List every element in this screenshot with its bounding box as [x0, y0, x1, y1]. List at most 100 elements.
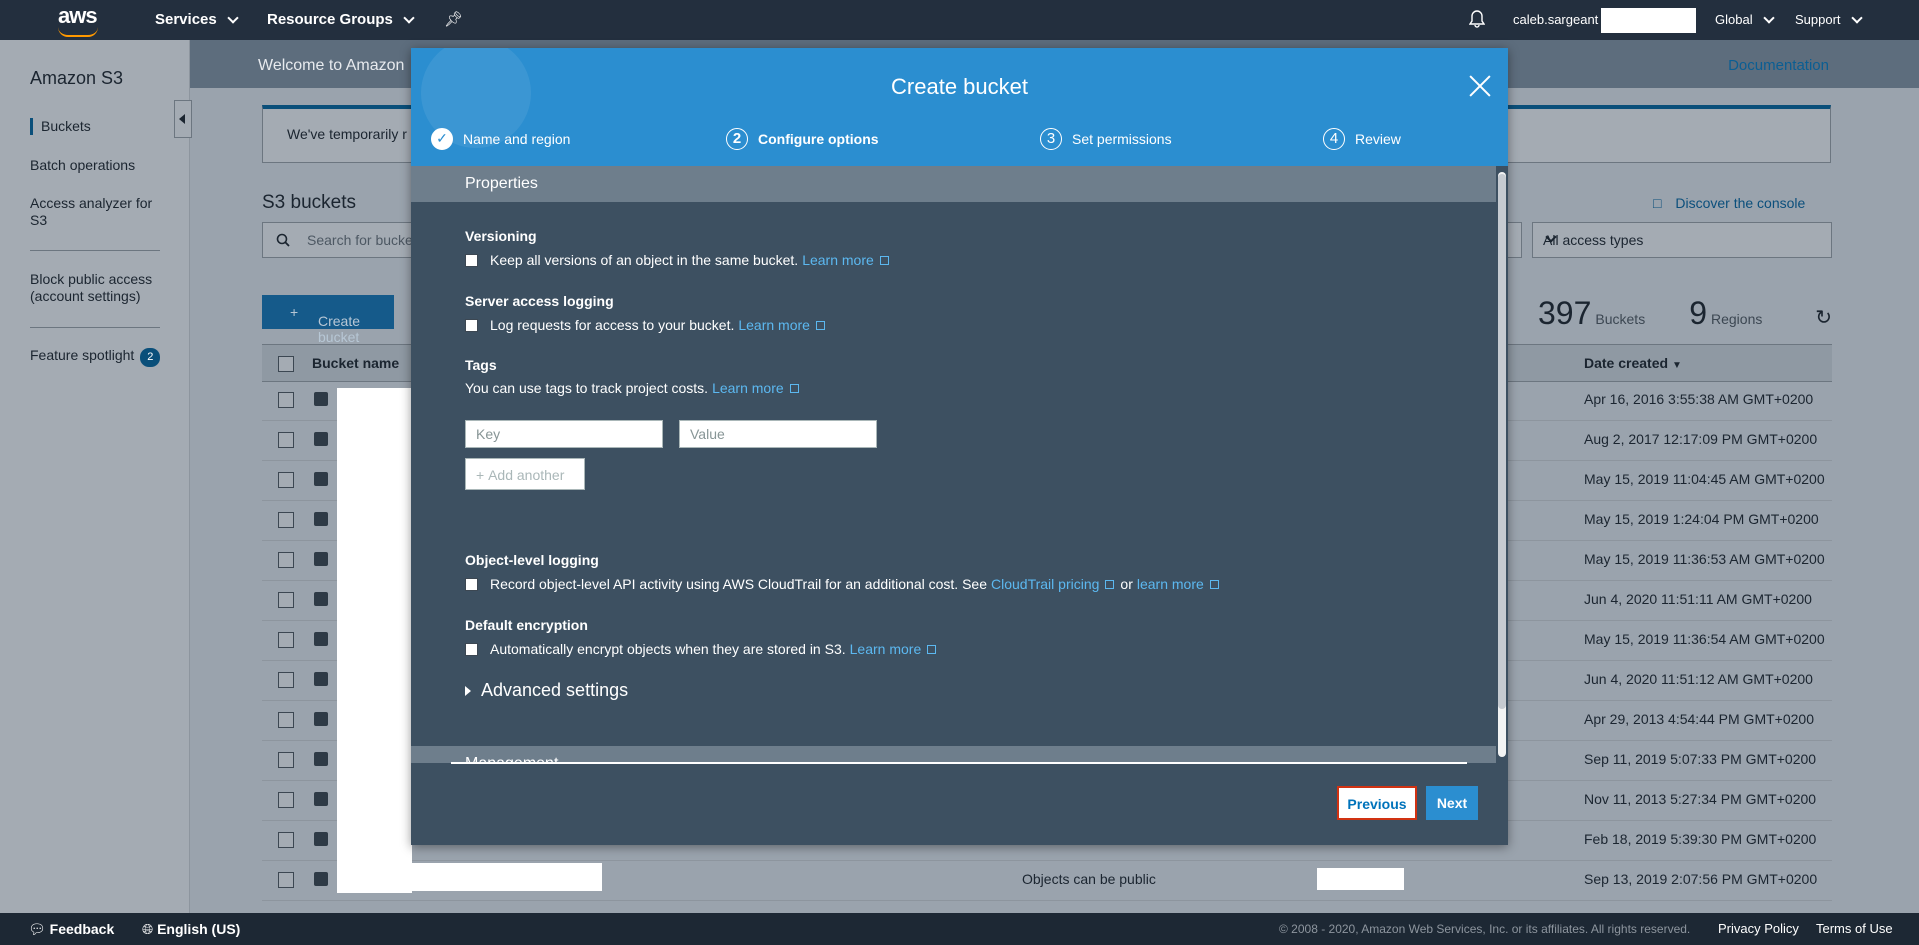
aws-logo[interactable]: aws [58, 3, 98, 37]
date-cell: Nov 11, 2013 5:27:34 PM GMT+0200 [1584, 791, 1817, 807]
step-configure-options[interactable]: 2 Configure options [726, 128, 879, 150]
sidebar-collapse-toggle[interactable] [174, 100, 192, 138]
logging-learn-more-link[interactable]: Learn more [738, 317, 825, 333]
modal-header: Create bucket ✓ Name and region 2 Config… [411, 48, 1508, 166]
terms-link[interactable]: Terms of Use [1816, 921, 1893, 936]
step-label: Name and region [463, 131, 571, 147]
close-icon[interactable] [1468, 74, 1492, 98]
check-icon: ✓ [431, 128, 453, 150]
row-checkbox[interactable] [278, 712, 294, 728]
advanced-settings-toggle[interactable]: Advanced settings [465, 680, 628, 701]
previous-button[interactable]: Previous [1337, 786, 1417, 820]
row-checkbox[interactable] [278, 392, 294, 408]
aws-smile-icon [58, 27, 98, 37]
logging-title: Server access logging [465, 293, 614, 309]
row-checkbox[interactable] [278, 512, 294, 528]
select-all-checkbox[interactable] [278, 356, 294, 372]
tags-learn-more-link[interactable]: Learn more [712, 380, 799, 396]
object-logging-learn-more-link[interactable]: learn more [1137, 576, 1219, 592]
row-checkbox[interactable] [278, 672, 294, 688]
object-logging-checkbox[interactable] [465, 577, 478, 591]
object-logging-text: Record object-level API activity using A… [490, 576, 987, 592]
pin-icon[interactable]: 📌︎ [444, 10, 463, 28]
step-label: Set permissions [1072, 131, 1172, 147]
date-cell: Apr 29, 2013 4:54:44 PM GMT+0200 [1584, 711, 1814, 727]
add-another-tag-button[interactable]: + Add another [465, 458, 585, 490]
date-cell: May 15, 2019 11:36:54 AM GMT+0200 [1584, 631, 1825, 647]
account-menu[interactable]: caleb.sargeant [1513, 12, 1598, 27]
chevron-down-icon [227, 11, 239, 24]
bucket-icon [314, 832, 328, 846]
modal-body: Properties Versioning Keep all versions … [411, 166, 1496, 763]
chevron-down-icon [1850, 11, 1863, 24]
services-label: Services [155, 11, 217, 28]
row-checkbox[interactable] [278, 432, 294, 448]
sidebar-item-access-analyzer[interactable]: Access analyzer for S3 [30, 195, 170, 229]
documentation-link[interactable]: Documentation [1728, 57, 1829, 74]
language-selector[interactable]: 🌐︎ English (US) [142, 921, 240, 938]
bell-icon[interactable] [1469, 10, 1485, 28]
step-label: Configure options [758, 131, 879, 147]
tag-value-input[interactable]: Value [679, 420, 877, 448]
step-set-permissions[interactable]: 3 Set permissions [1040, 128, 1172, 150]
redacted-block [1601, 8, 1696, 33]
encryption-checkbox[interactable] [465, 642, 478, 656]
discover-console-link[interactable]: □ Discover the console [1653, 195, 1805, 211]
object-logging-option: Record object-level API activity using A… [465, 576, 1219, 592]
sidebar-item-feature-spotlight[interactable]: Feature spotlight 2 [30, 347, 170, 367]
services-menu[interactable]: Services [155, 11, 239, 28]
step-review[interactable]: 4 Review [1323, 128, 1401, 150]
buckets-label: Buckets [1595, 311, 1646, 327]
encryption-title: Default encryption [465, 617, 588, 633]
bucket-icon [314, 632, 328, 646]
date-cell: Aug 2, 2017 12:17:09 PM GMT+0200 [1584, 431, 1818, 447]
step-name-and-region[interactable]: ✓ Name and region [431, 128, 570, 150]
search-icon [276, 233, 290, 247]
logging-checkbox[interactable] [465, 318, 478, 332]
sidebar-divider [30, 250, 160, 251]
create-bucket-modal: Create bucket ✓ Name and region 2 Config… [411, 48, 1508, 845]
sidebar-item-batch-operations[interactable]: Batch operations [30, 157, 170, 174]
row-checkbox[interactable] [278, 872, 294, 888]
bucket-icon [314, 472, 328, 486]
encryption-option: Automatically encrypt objects when they … [465, 641, 937, 657]
access-types-dropdown[interactable]: All access types [1532, 222, 1832, 258]
feature-count-badge: 2 [140, 348, 161, 367]
privacy-link[interactable]: Privacy Policy [1718, 921, 1799, 936]
col-date-created[interactable]: Date created ▼ [1584, 355, 1682, 371]
sort-down-icon: ▼ [1671, 360, 1682, 371]
resource-groups-menu[interactable]: Resource Groups [267, 11, 415, 28]
feedback-link[interactable]: 💬︎ Feedback [28, 921, 114, 938]
col-bucket-name[interactable]: Bucket name [312, 355, 399, 371]
versioning-checkbox[interactable] [465, 253, 478, 267]
row-checkbox[interactable] [278, 592, 294, 608]
modal-title: Create bucket [891, 74, 1028, 99]
support-menu[interactable]: Support [1795, 11, 1863, 27]
row-checkbox[interactable] [278, 632, 294, 648]
logging-option: Log requests for access to your bucket. … [465, 317, 825, 333]
redacted-block [337, 388, 412, 893]
versioning-learn-more-link[interactable]: Learn more [802, 252, 889, 268]
row-checkbox[interactable] [278, 552, 294, 568]
tag-key-input[interactable]: Key [465, 420, 663, 448]
encryption-learn-more-link[interactable]: Learn more [850, 641, 937, 657]
bucket-icon [314, 432, 328, 446]
row-checkbox[interactable] [278, 792, 294, 808]
chevron-down-icon [403, 11, 415, 24]
sidebar-item-block-public-access[interactable]: Block public access (account settings) [30, 271, 170, 305]
region-menu[interactable]: Global [1715, 11, 1775, 27]
date-cell: May 15, 2019 11:04:45 AM GMT+0200 [1584, 471, 1825, 487]
create-bucket-button[interactable]: + Create bucket [262, 295, 394, 345]
cloudtrail-pricing-link[interactable]: CloudTrail pricing [991, 576, 1115, 592]
sidebar-item-buckets[interactable]: Buckets [30, 118, 181, 135]
refresh-icon[interactable]: ↻ [1815, 307, 1832, 329]
row-checkbox[interactable] [278, 832, 294, 848]
regions-label: Regions [1711, 311, 1763, 327]
account-name: caleb.sargeant [1513, 12, 1599, 27]
modal-scrollbar-thumb[interactable] [1498, 174, 1506, 709]
step-number: 3 [1040, 128, 1062, 150]
row-checkbox[interactable] [278, 752, 294, 768]
next-button[interactable]: Next [1426, 786, 1478, 820]
row-checkbox[interactable] [278, 472, 294, 488]
step-label: Review [1355, 131, 1401, 147]
